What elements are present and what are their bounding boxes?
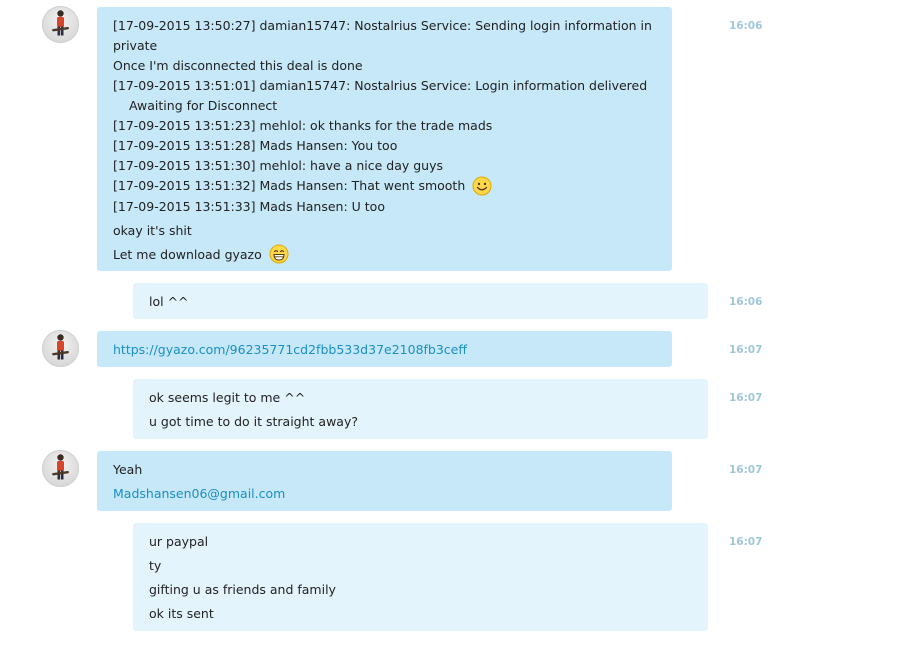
message-line: lol ^^: [149, 294, 189, 309]
message-line: [17-09-2015 13:50:27] damian15747: Nosta…: [113, 18, 652, 53]
message-line: [17-09-2015 13:51:33] Mads Hansen: U too: [113, 198, 385, 214]
message-line: [17-09-2015 13:51:01] damian15747: Nosta…: [113, 78, 648, 93]
message-bubble[interactable]: Yeah Madshansen06@gmail.com: [97, 451, 672, 511]
grin-emoji-icon: [269, 244, 289, 264]
message-line: okay it's shit: [113, 222, 192, 238]
gyazo-link[interactable]: https://gyazo.com/96235771cd2fbb533d37e2…: [113, 340, 656, 360]
email-link[interactable]: Madshansen06@gmail.com: [113, 484, 656, 504]
message-line: u got time to do it straight away?: [149, 414, 358, 429]
message-line: [17-09-2015 13:51:30] mehlol: have a nic…: [113, 158, 443, 173]
message-bubble[interactable]: lol ^^: [133, 283, 708, 319]
contact-avatar[interactable]: [42, 450, 79, 487]
message-bubble[interactable]: ok seems legit to me ^^ u got time to do…: [133, 379, 708, 439]
message-line: [17-09-2015 13:51:23] mehlol: ok thanks …: [113, 118, 493, 133]
person-icon: [52, 334, 69, 360]
message-timestamp: 16:06: [729, 296, 763, 308]
message-line: ok its sent: [149, 606, 214, 621]
message-timestamp: 16:07: [729, 392, 763, 404]
contact-avatar[interactable]: [42, 330, 79, 367]
message-line: [17-09-2015 13:51:28] Mads Hansen: You t…: [113, 138, 398, 153]
message-bubble[interactable]: ur paypal ty gifting u as friends and fa…: [133, 523, 708, 631]
message-line: Yeah: [113, 462, 143, 477]
chat-history[interactable]: [17-09-2015 13:50:27] damian15747: Nosta…: [0, 0, 900, 651]
message-text: [17-09-2015 13:51:32] Mads Hansen: That …: [113, 178, 466, 193]
message-line: Awaiting for Disconnect: [129, 98, 278, 113]
person-icon: [52, 10, 69, 36]
message-line: ur paypal: [149, 534, 209, 549]
message-line: Once I'm disconnected this deal is done: [113, 58, 363, 73]
message-timestamp: 16:07: [729, 536, 763, 548]
message-timestamp: 16:07: [729, 464, 763, 476]
message-timestamp: 16:06: [729, 20, 763, 32]
smile-emoji-icon: [472, 176, 492, 195]
message-line-with-emoji: [17-09-2015 13:51:32] Mads Hansen: That …: [113, 176, 656, 197]
message-line-with-emoji: Let me download gyazo: [113, 244, 656, 266]
message-bubble[interactable]: [17-09-2015 13:50:27] damian15747: Nosta…: [97, 7, 672, 271]
message-text: Let me download gyazo: [113, 246, 262, 262]
contact-avatar[interactable]: [42, 6, 79, 43]
message-line: ok seems legit to me ^^: [149, 390, 306, 405]
message-line: gifting u as friends and family: [149, 582, 336, 597]
person-icon: [52, 454, 69, 480]
message-timestamp: 16:07: [729, 344, 763, 356]
message-line: ty: [149, 558, 162, 573]
message-bubble[interactable]: https://gyazo.com/96235771cd2fbb533d37e2…: [97, 331, 672, 367]
